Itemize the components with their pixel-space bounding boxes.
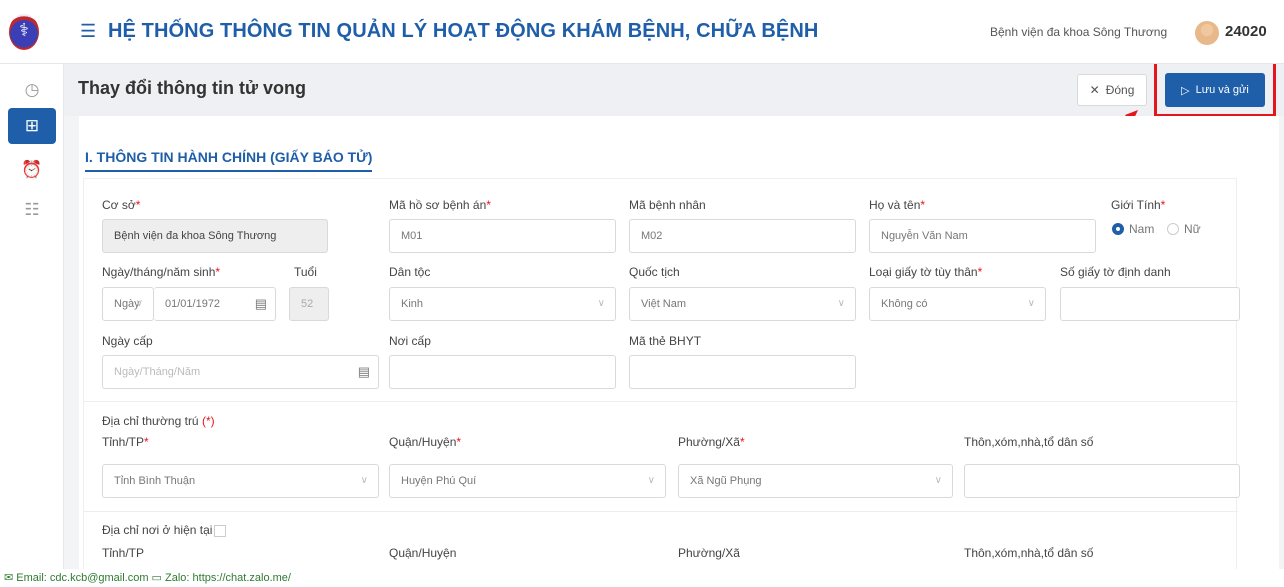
quan-label: Quận/Huyện*	[389, 435, 462, 449]
medical-kit-icon[interactable]: ⊞	[8, 108, 56, 144]
ngay-sinh-input[interactable]: 01/01/1972 ▤	[154, 287, 276, 321]
zalo-icon: ▭	[151, 572, 162, 584]
close-icon: ✕	[1089, 83, 1100, 97]
ho-ten-label: Họ và tên*	[869, 198, 926, 212]
phuong-label: Phường/Xã*	[678, 435, 745, 449]
dia-chi-thuong-tru-label: Địa chỉ thường trú (*)	[102, 414, 215, 428]
section-title: I. THÔNG TIN HÀNH CHÍNH (GIẤY BÁO TỬ)	[85, 149, 373, 172]
tuoi-label: Tuổi	[294, 265, 317, 279]
ma-bhyt-label: Mã thẻ BHYT	[629, 334, 702, 348]
thon-label: Thôn,xóm,nhà,tổ dân số	[964, 435, 1094, 449]
noi-cap-input[interactable]	[389, 355, 616, 389]
so-giay-to-input[interactable]	[1060, 287, 1240, 321]
highlight-box	[1154, 64, 1276, 117]
gender-male-radio[interactable]: Nam	[1112, 222, 1154, 236]
quan-select[interactable]: Huyện Phú Quí ∨	[389, 464, 666, 498]
divider	[84, 401, 1238, 402]
quan-hien-tai-label: Quận/Huyện	[389, 546, 457, 560]
main-area: Thay đổi thông tin tử vong ✕ Đóng ▷ Lưu …	[64, 64, 1284, 569]
loai-giay-to-label: Loại giấy tờ tùy thân*	[869, 265, 983, 279]
close-button-label: Đóng	[1105, 83, 1135, 97]
same-address-checkbox[interactable]	[214, 524, 227, 537]
tinh-hien-tai-label: Tỉnh/TP	[102, 546, 145, 560]
co-so-field[interactable]: Bệnh viện đa khoa Sông Thương	[102, 219, 328, 253]
administrative-form: Cơ sở* Bệnh viện đa khoa Sông Thương Mã …	[83, 178, 1240, 569]
dan-toc-label: Dân tộc	[389, 265, 431, 279]
thon-input[interactable]	[964, 464, 1240, 498]
quoc-tich-select[interactable]: Việt Nam ∨	[629, 287, 856, 321]
list-icon[interactable]: ☷	[8, 192, 56, 228]
chevron-down-icon: ∨	[1027, 298, 1035, 309]
alarm-icon[interactable]: ⏰	[8, 152, 56, 188]
chevron-down-icon: ∨	[360, 475, 368, 486]
quoc-tich-label: Quốc tịch	[629, 265, 680, 279]
close-button[interactable]: ✕ Đóng	[1077, 74, 1147, 106]
sidebar: ◷ ⊞ ⏰ ☷	[0, 64, 64, 569]
ngay-sinh-label: Ngày/tháng/năm sinh*	[102, 265, 221, 279]
tinh-label: Tỉnh/TP*	[102, 435, 149, 449]
loai-giay-to-select[interactable]: Không có ∨	[869, 287, 1046, 321]
so-giay-to-label: Số giấy tờ định danh	[1060, 265, 1171, 279]
phuong-hien-tai-label: Phường/Xã	[678, 546, 740, 560]
ma-ho-so-input[interactable]: M01	[389, 219, 616, 253]
chevron-down-icon: ∨	[597, 298, 605, 309]
gioi-tinh-label: Giới Tính*	[1111, 198, 1166, 212]
date-type-select[interactable]: Ngày ∨	[102, 287, 154, 321]
chevron-down-icon: ∨	[934, 475, 942, 486]
calendar-icon[interactable]: ▤	[358, 364, 370, 380]
footer: ✉ Email: cdc.kcb@gmail.com ▭ Zalo: https…	[0, 569, 1284, 587]
footer-email[interactable]: Email: cdc.kcb@gmail.com	[16, 572, 148, 584]
menu-toggle-icon[interactable]: ☰	[80, 21, 96, 42]
calendar-icon[interactable]: ▤	[255, 296, 267, 312]
chevron-down-icon: ∨	[837, 298, 845, 309]
phuong-select[interactable]: Xã Ngũ Phụng ∨	[678, 464, 953, 498]
dan-toc-select[interactable]: Kinh ∨	[389, 287, 616, 321]
top-bar: ☰ HỆ THỐNG THÔNG TIN QUẢN LÝ HOẠT ĐỘNG K…	[0, 0, 1284, 64]
ngay-cap-label: Ngày cấp	[102, 334, 153, 348]
footer-zalo[interactable]: Zalo: https://chat.zalo.me/	[165, 572, 291, 584]
email-icon: ✉	[4, 572, 14, 584]
noi-cap-label: Nơi cấp	[389, 334, 431, 348]
co-so-label: Cơ sở*	[102, 198, 141, 212]
form-content: I. THÔNG TIN HÀNH CHÍNH (GIẤY BÁO TỬ) Cơ…	[79, 116, 1279, 569]
radio-checked-icon	[1112, 223, 1124, 235]
user-avatar[interactable]	[1195, 21, 1219, 45]
chevron-down-icon: ∨	[135, 298, 143, 309]
ministry-logo	[9, 14, 39, 50]
tinh-select[interactable]: Tỉnh Bình Thuận ∨	[102, 464, 379, 498]
app-title: HỆ THỐNG THÔNG TIN QUẢN LÝ HOẠT ĐỘNG KHÁ…	[108, 20, 819, 42]
radio-unchecked-icon	[1167, 223, 1179, 235]
ma-benh-nhan-input[interactable]: M02	[629, 219, 856, 253]
ma-ho-so-label: Mã hồ sơ bệnh án*	[389, 198, 491, 212]
ma-bhyt-input[interactable]	[629, 355, 856, 389]
chevron-down-icon: ∨	[647, 475, 655, 486]
ngay-cap-input[interactable]: Ngày/Tháng/Năm ▤	[102, 355, 379, 389]
divider	[84, 511, 1238, 512]
tuoi-field[interactable]: 52	[289, 287, 329, 321]
ho-ten-input[interactable]: Nguyễn Văn Nam	[869, 219, 1096, 253]
gender-female-radio[interactable]: Nữ	[1167, 222, 1201, 236]
ma-benh-nhan-label: Mã bệnh nhân	[629, 198, 706, 212]
dashboard-icon[interactable]: ◷	[8, 72, 56, 108]
thon-hien-tai-label: Thôn,xóm,nhà,tổ dân số	[964, 546, 1094, 560]
user-id[interactable]: 24020	[1225, 23, 1267, 40]
hospital-name: Bệnh viện đa khoa Sông Thương	[990, 25, 1168, 39]
page-title: Thay đổi thông tin tử vong	[78, 78, 306, 98]
dia-chi-hien-tai-label: Địa chỉ nơi ở hiện tại	[102, 523, 227, 537]
